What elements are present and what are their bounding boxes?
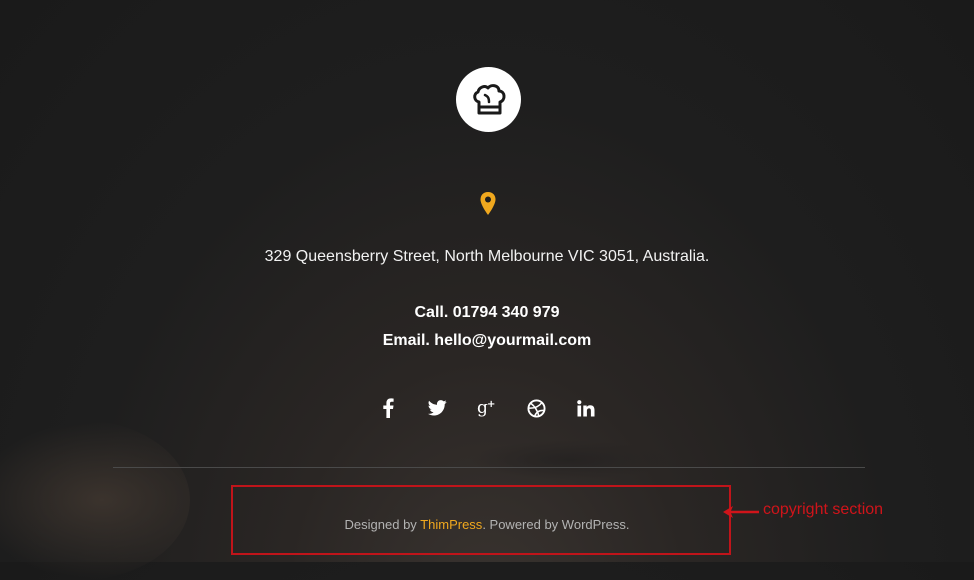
background-shadow — [470, 440, 670, 480]
site-footer: 329 Queensberry Street, North Melbourne … — [0, 0, 974, 580]
annotation-arrow-icon — [723, 506, 759, 518]
twitter-link[interactable] — [422, 396, 454, 420]
google-plus-icon: g + — [477, 398, 495, 418]
dribbble-link[interactable] — [521, 396, 553, 420]
facebook-icon — [383, 398, 394, 418]
copyright-prefix: Designed by — [344, 517, 421, 532]
chef-hat-logo[interactable] — [456, 67, 521, 132]
copyright-text: Designed by ThimPress. Powered by WordPr… — [0, 517, 974, 532]
twitter-icon — [428, 400, 447, 416]
svg-text:+: + — [487, 399, 495, 410]
linkedin-icon — [577, 399, 595, 416]
address-text: 329 Queensberry Street, North Melbourne … — [264, 248, 710, 265]
social-links: g + — [372, 396, 602, 420]
google-plus-link[interactable]: g + — [471, 396, 503, 420]
background-silhouette — [0, 420, 190, 580]
copyright-suffix: . Powered by WordPress. — [482, 517, 630, 532]
facebook-link[interactable] — [372, 396, 404, 420]
map-pin-icon — [480, 192, 496, 215]
chef-hat-icon — [472, 83, 505, 114]
thimpress-link[interactable]: ThimPress — [420, 517, 482, 532]
email-contact[interactable]: Email. hello@yourmail.com — [0, 332, 974, 350]
dribbble-icon — [527, 398, 546, 418]
annotation-label: copyright section — [763, 501, 884, 518]
footer-divider — [113, 467, 865, 468]
phone-contact[interactable]: Call. 01794 340 979 — [0, 304, 974, 322]
linkedin-link[interactable] — [570, 396, 602, 420]
